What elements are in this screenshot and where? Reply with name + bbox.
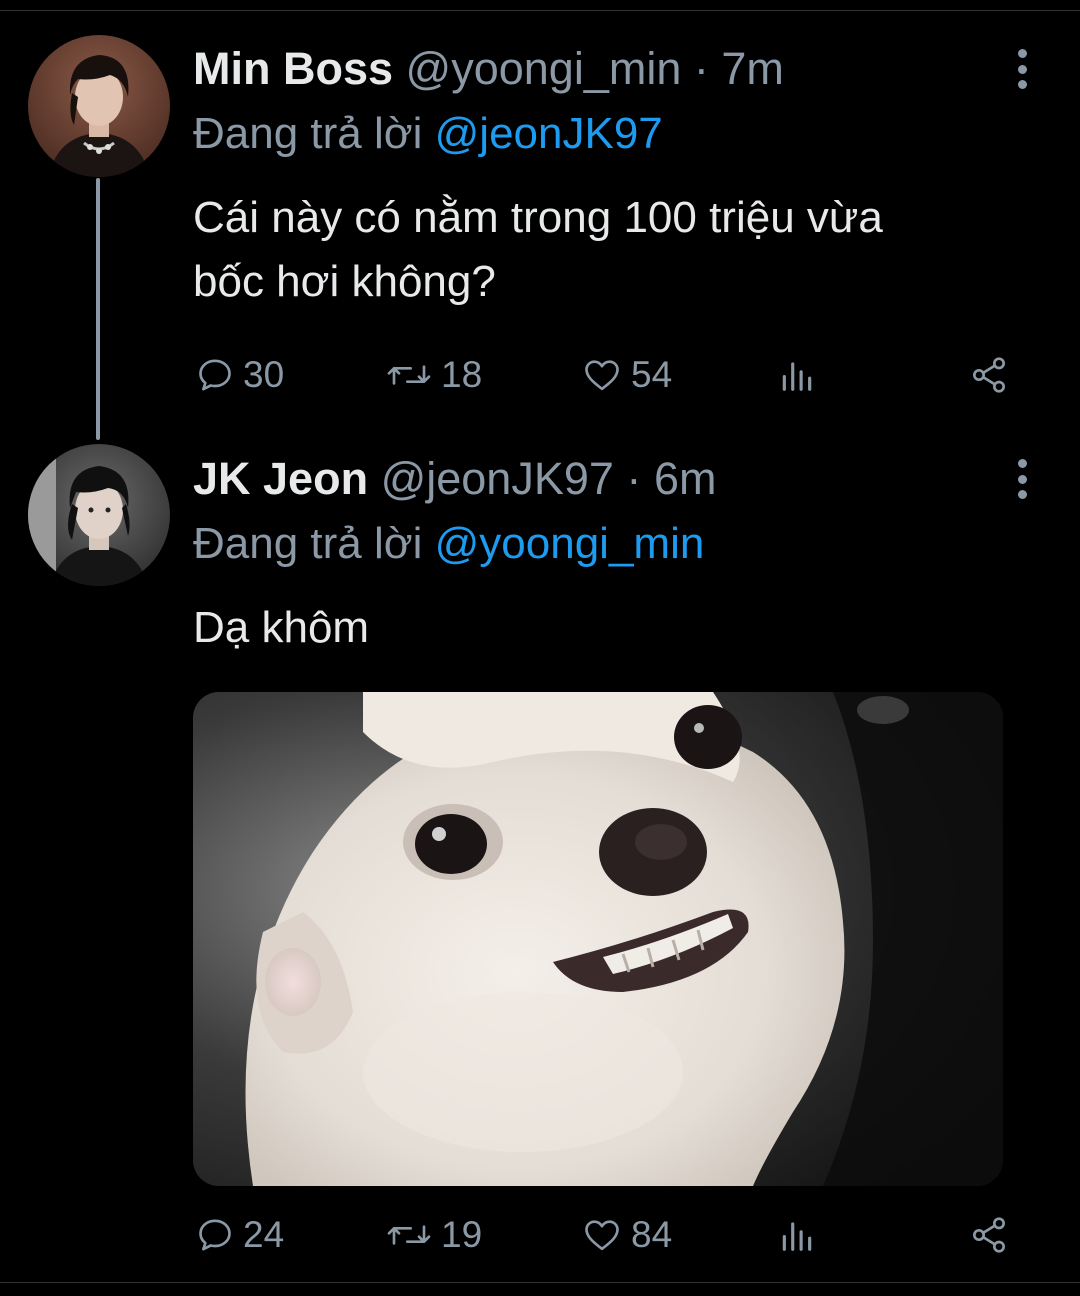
- like-count: 54: [631, 354, 673, 395]
- top-divider: [0, 10, 1080, 11]
- display-name[interactable]: JK Jeon: [193, 453, 368, 504]
- share-icon: [968, 1215, 1010, 1255]
- more-vertical-icon[interactable]: [1012, 49, 1032, 89]
- like-count: 84: [631, 1214, 673, 1255]
- header-separator: ·: [626, 453, 642, 504]
- reply-mention-link[interactable]: @jeonJK97: [435, 109, 663, 158]
- share-icon: [968, 355, 1010, 395]
- user-handle[interactable]: @yoongi_min: [406, 43, 682, 94]
- reply-button[interactable]: 30: [195, 350, 284, 400]
- tweet-text-line: Cái này có nằm trong 100 triệu vừa: [193, 193, 883, 242]
- reply-icon: [195, 355, 235, 395]
- reply-icon: [195, 1215, 235, 1255]
- tweet-text-line: bốc hơi không?: [193, 257, 496, 306]
- more-vertical-icon[interactable]: [1012, 459, 1032, 499]
- display-name[interactable]: Min Boss: [193, 43, 393, 94]
- like-button[interactable]: 84: [581, 1210, 672, 1260]
- tweet-actions: 30 18 54: [193, 350, 1023, 400]
- tweet-text: Cái này có nằm trong 100 triệu vừa bốc h…: [193, 186, 883, 314]
- analytics-icon: [778, 355, 816, 395]
- tweet-header: Min Boss @yoongi_min · 7m: [193, 41, 784, 97]
- avatar-jk-jeon[interactable]: [28, 444, 170, 586]
- tweet-timestamp[interactable]: 7m: [721, 43, 784, 94]
- reply-context: Đang trả lời @jeonJK97: [193, 106, 663, 162]
- tweet-header: JK Jeon @jeonJK97 · 6m: [193, 451, 716, 507]
- retweet-button[interactable]: 19: [385, 1210, 482, 1260]
- reply-context: Đang trả lời @yoongi_min: [193, 516, 704, 572]
- tweet-text-line: Dạ khôm: [193, 603, 370, 652]
- retweet-count: 19: [441, 1214, 483, 1255]
- heart-icon: [581, 1215, 623, 1255]
- reply-count: 30: [243, 354, 285, 395]
- user-handle[interactable]: @jeonJK97: [381, 453, 614, 504]
- reply-mention-link[interactable]: @yoongi_min: [435, 519, 705, 568]
- share-button[interactable]: [968, 350, 1010, 400]
- reply-button[interactable]: 24: [195, 1210, 284, 1260]
- reply-prefix: Đang trả lời: [193, 109, 423, 158]
- retweet-count: 18: [441, 354, 483, 395]
- avatar-min-boss[interactable]: [28, 35, 170, 177]
- tweet-text: Dạ khôm: [193, 596, 369, 660]
- analytics-button[interactable]: [778, 1210, 816, 1260]
- analytics-button[interactable]: [778, 350, 816, 400]
- tweet-actions: 24 19 84: [193, 1210, 1023, 1260]
- retweet-icon: [385, 355, 433, 395]
- share-button[interactable]: [968, 1210, 1010, 1260]
- like-button[interactable]: 54: [581, 350, 672, 400]
- tweet-timestamp[interactable]: 6m: [654, 453, 717, 504]
- thread-connector-line: [96, 178, 100, 440]
- bottom-divider: [0, 1282, 1080, 1283]
- header-separator: ·: [693, 43, 709, 94]
- reply-prefix: Đang trả lời: [193, 519, 423, 568]
- retweet-button[interactable]: 18: [385, 350, 482, 400]
- heart-icon: [581, 355, 623, 395]
- reply-count: 24: [243, 1214, 285, 1255]
- tweet-media-image[interactable]: [193, 692, 1003, 1186]
- analytics-icon: [778, 1215, 816, 1255]
- retweet-icon: [385, 1215, 433, 1255]
